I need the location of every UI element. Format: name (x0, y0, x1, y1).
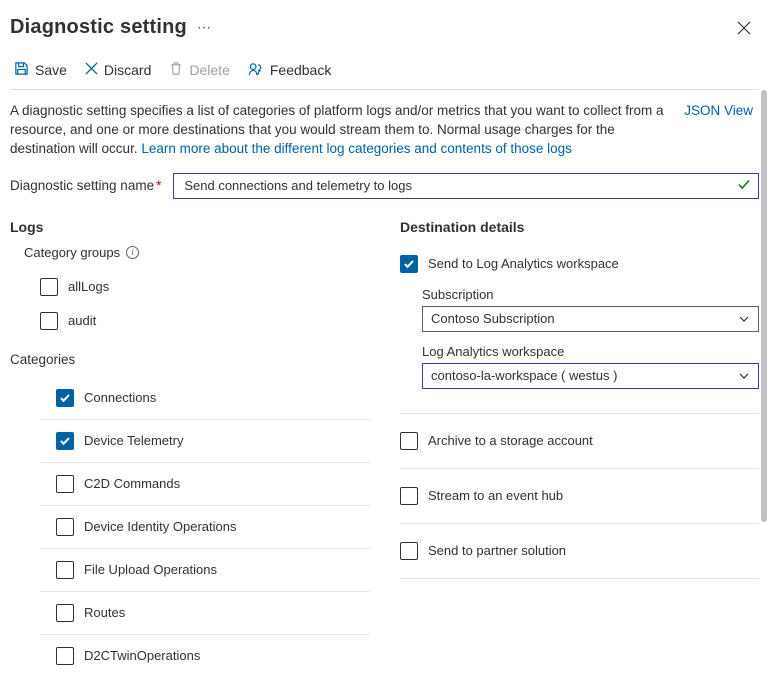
chevron-down-icon (738, 370, 750, 382)
intro-text: A diagnostic setting specifies a list of… (10, 102, 664, 159)
category-item: Routes (40, 592, 370, 635)
category-item: D2CTwinOperations (40, 635, 370, 671)
close-button[interactable] (737, 21, 751, 35)
category-item: C2D Commands (40, 463, 370, 506)
checkbox-cat-4[interactable] (56, 561, 74, 579)
label-cat-4: File Upload Operations (84, 562, 217, 577)
subscription-label: Subscription (422, 287, 759, 302)
more-actions-button[interactable]: ⋯ (197, 19, 212, 36)
discard-icon (85, 62, 98, 78)
checkbox-cat-3[interactable] (56, 518, 74, 536)
label-cat-5: Routes (84, 605, 125, 620)
discard-button[interactable]: Discard (85, 62, 151, 78)
dest-eventhub-label: Stream to an event hub (428, 488, 563, 503)
scrollbar[interactable] (761, 90, 767, 522)
learn-more-link[interactable]: Learn more about the different log categ… (141, 141, 572, 156)
category-item: Device Telemetry (40, 420, 370, 463)
feedback-button[interactable]: Feedback (248, 61, 331, 79)
discard-label: Discard (104, 62, 151, 78)
delete-label: Delete (189, 62, 229, 78)
subscription-value: Contoso Subscription (431, 311, 555, 326)
label-cat-6: D2CTwinOperations (84, 648, 200, 663)
save-icon (14, 61, 29, 79)
checkbox-cat-6[interactable] (56, 647, 74, 665)
delete-button: Delete (169, 61, 229, 79)
check-icon (737, 177, 751, 194)
label-cat-0: Connections (84, 390, 156, 405)
dest-eventhub-checkbox[interactable] (400, 487, 418, 505)
subscription-select[interactable]: Contoso Subscription (422, 306, 759, 332)
dest-la-checkbox[interactable] (400, 255, 418, 273)
workspace-label: Log Analytics workspace (422, 344, 759, 359)
label-cat-3: Device Identity Operations (84, 519, 236, 534)
dest-storage-label: Archive to a storage account (428, 433, 593, 448)
checkbox-cat-1[interactable] (56, 432, 74, 450)
page-title: Diagnostic setting (10, 16, 187, 39)
workspace-select[interactable]: contoso-la-workspace ( westus ) (422, 363, 759, 389)
label-group-0: allLogs (68, 279, 109, 294)
checkbox-cat-2[interactable] (56, 475, 74, 493)
setting-name-input[interactable] (173, 173, 759, 199)
dest-partner-checkbox[interactable] (400, 542, 418, 560)
delete-icon (169, 61, 183, 79)
checkbox-group-0[interactable] (40, 278, 58, 296)
feedback-label: Feedback (270, 62, 331, 78)
label-cat-1: Device Telemetry (84, 433, 183, 448)
label-cat-2: C2D Commands (84, 476, 180, 491)
info-icon[interactable]: i (126, 246, 139, 259)
json-view-link[interactable]: JSON View (684, 102, 753, 159)
dest-la-label: Send to Log Analytics workspace (428, 256, 619, 271)
checkbox-cat-0[interactable] (56, 389, 74, 407)
dest-storage-checkbox[interactable] (400, 432, 418, 450)
category-item: Connections (40, 377, 370, 420)
dest-partner-label: Send to partner solution (428, 543, 566, 558)
checkbox-group-1[interactable] (40, 312, 58, 330)
categories-label: Categories (10, 352, 370, 367)
category-item: Device Identity Operations (40, 506, 370, 549)
category-item: File Upload Operations (40, 549, 370, 592)
workspace-value: contoso-la-workspace ( westus ) (431, 368, 617, 383)
category-groups-label: Category groups (24, 245, 120, 260)
checkbox-cat-5[interactable] (56, 604, 74, 622)
label-group-1: audit (68, 313, 96, 328)
save-label: Save (35, 62, 67, 78)
chevron-down-icon (738, 313, 750, 325)
feedback-icon (248, 61, 264, 79)
destination-heading: Destination details (400, 219, 759, 235)
logs-heading: Logs (10, 219, 370, 235)
save-button[interactable]: Save (14, 61, 67, 79)
command-bar: Save Discard Delete Feedback (0, 51, 769, 89)
setting-name-label: Diagnostic setting name* (10, 178, 161, 193)
